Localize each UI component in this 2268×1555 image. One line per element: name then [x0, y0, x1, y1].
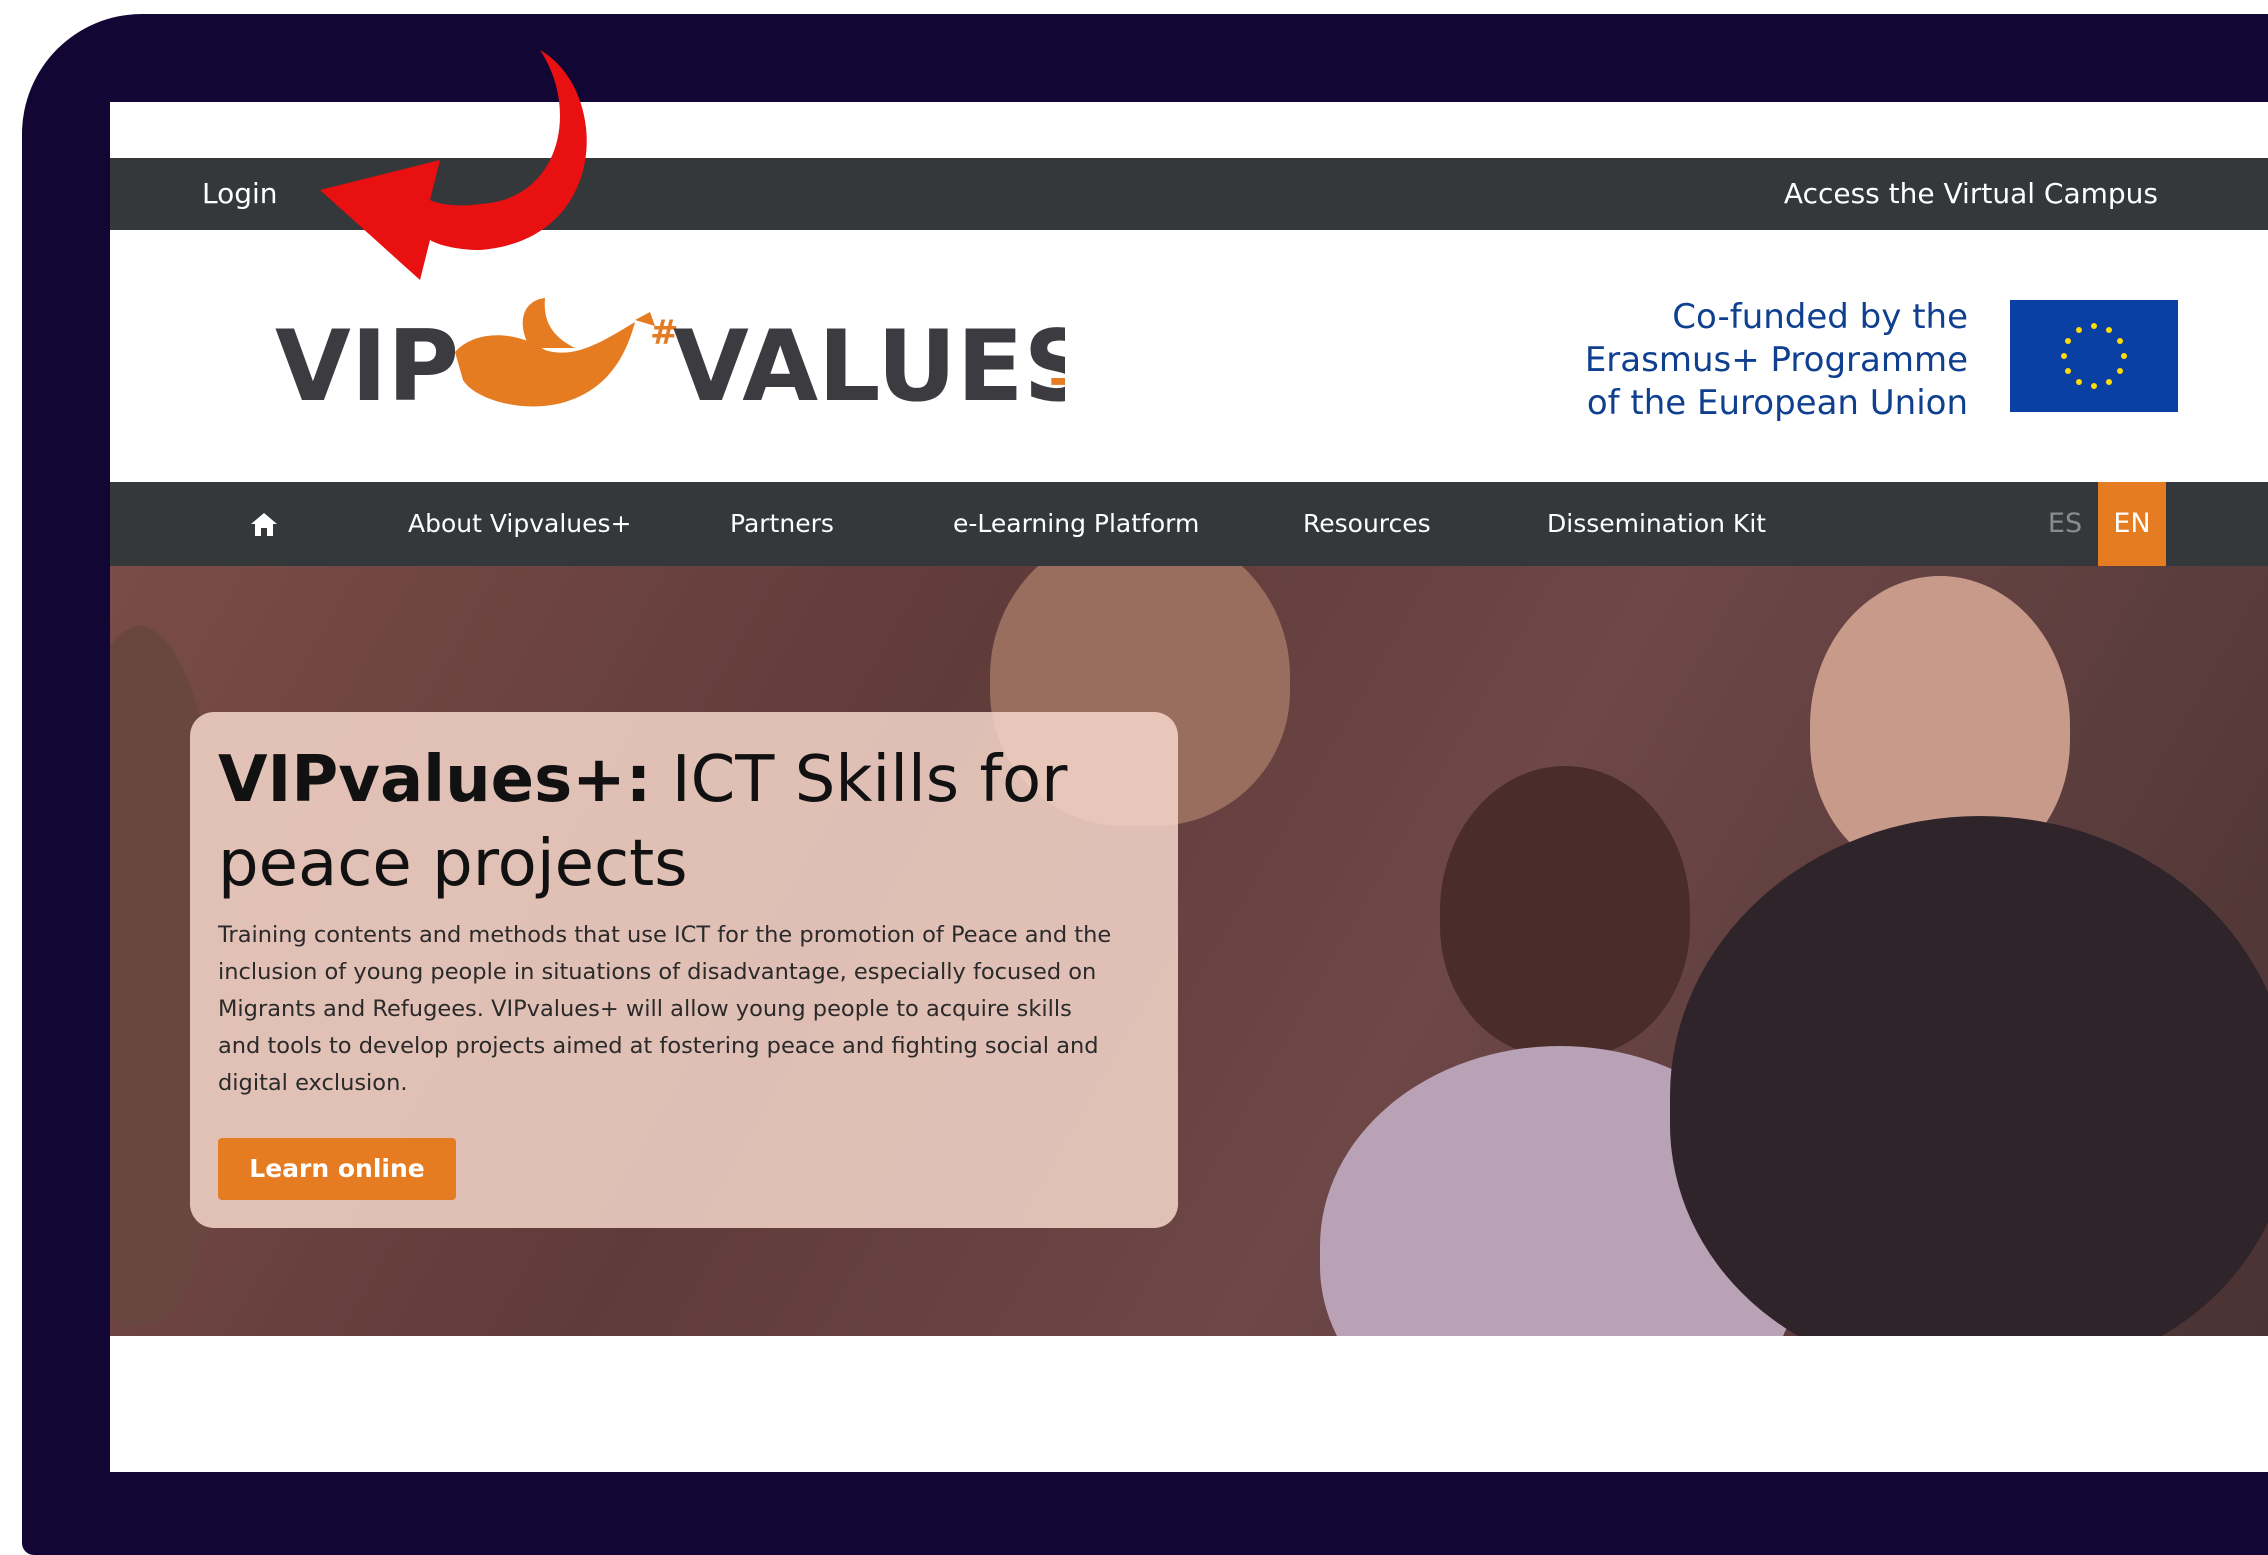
logo-text-values: VALUES	[673, 310, 1065, 420]
hero-card: VIPvalues+: ICT Skills for peace project…	[190, 712, 1178, 1228]
learn-online-button[interactable]: Learn online	[218, 1138, 456, 1200]
hero-title-bold: VIPvalues+:	[218, 743, 652, 817]
lang-es[interactable]: ES	[2040, 482, 2090, 566]
nav-resources[interactable]: Resources	[1303, 482, 1431, 566]
nav-about[interactable]: About Vipvalues+	[408, 482, 632, 566]
login-link[interactable]: Login	[202, 158, 278, 230]
logo-plus: +	[1045, 345, 1065, 415]
hero-photo-person	[1440, 766, 1690, 1056]
hero-description: Training contents and methods that use I…	[218, 922, 1112, 1096]
nav-dissemination-kit[interactable]: Dissemination Kit	[1547, 482, 1766, 566]
virtual-campus-link[interactable]: Access the Virtual Campus	[1784, 158, 2158, 230]
main-nav: About Vipvalues+ Partners e-Learning Pla…	[110, 482, 2268, 566]
erasmus-line-3: of the European Union	[1586, 383, 1968, 423]
nav-elearning[interactable]: e-Learning Platform	[953, 482, 1199, 566]
hero-title: VIPvalues+: ICT Skills for peace project…	[218, 738, 1148, 906]
red-arrow-annotation	[320, 50, 587, 280]
home-icon[interactable]	[250, 511, 278, 537]
lang-en[interactable]: EN	[2098, 482, 2166, 566]
logo-text-vip: VIP	[275, 310, 459, 420]
erasmus-line-2: Erasmus+ Programme	[1584, 340, 1968, 380]
eu-flag-icon	[2010, 300, 2178, 412]
nav-partners[interactable]: Partners	[730, 482, 834, 566]
hero-banner: VIPvalues+: ICT Skills for peace project…	[110, 566, 2268, 1336]
erasmus-cofunding-text: Co-funded by the Erasmus+ Programme of t…	[1585, 296, 1968, 425]
erasmus-line-1: Co-funded by the	[1672, 297, 1968, 337]
hero-photo-person	[1670, 816, 2268, 1336]
